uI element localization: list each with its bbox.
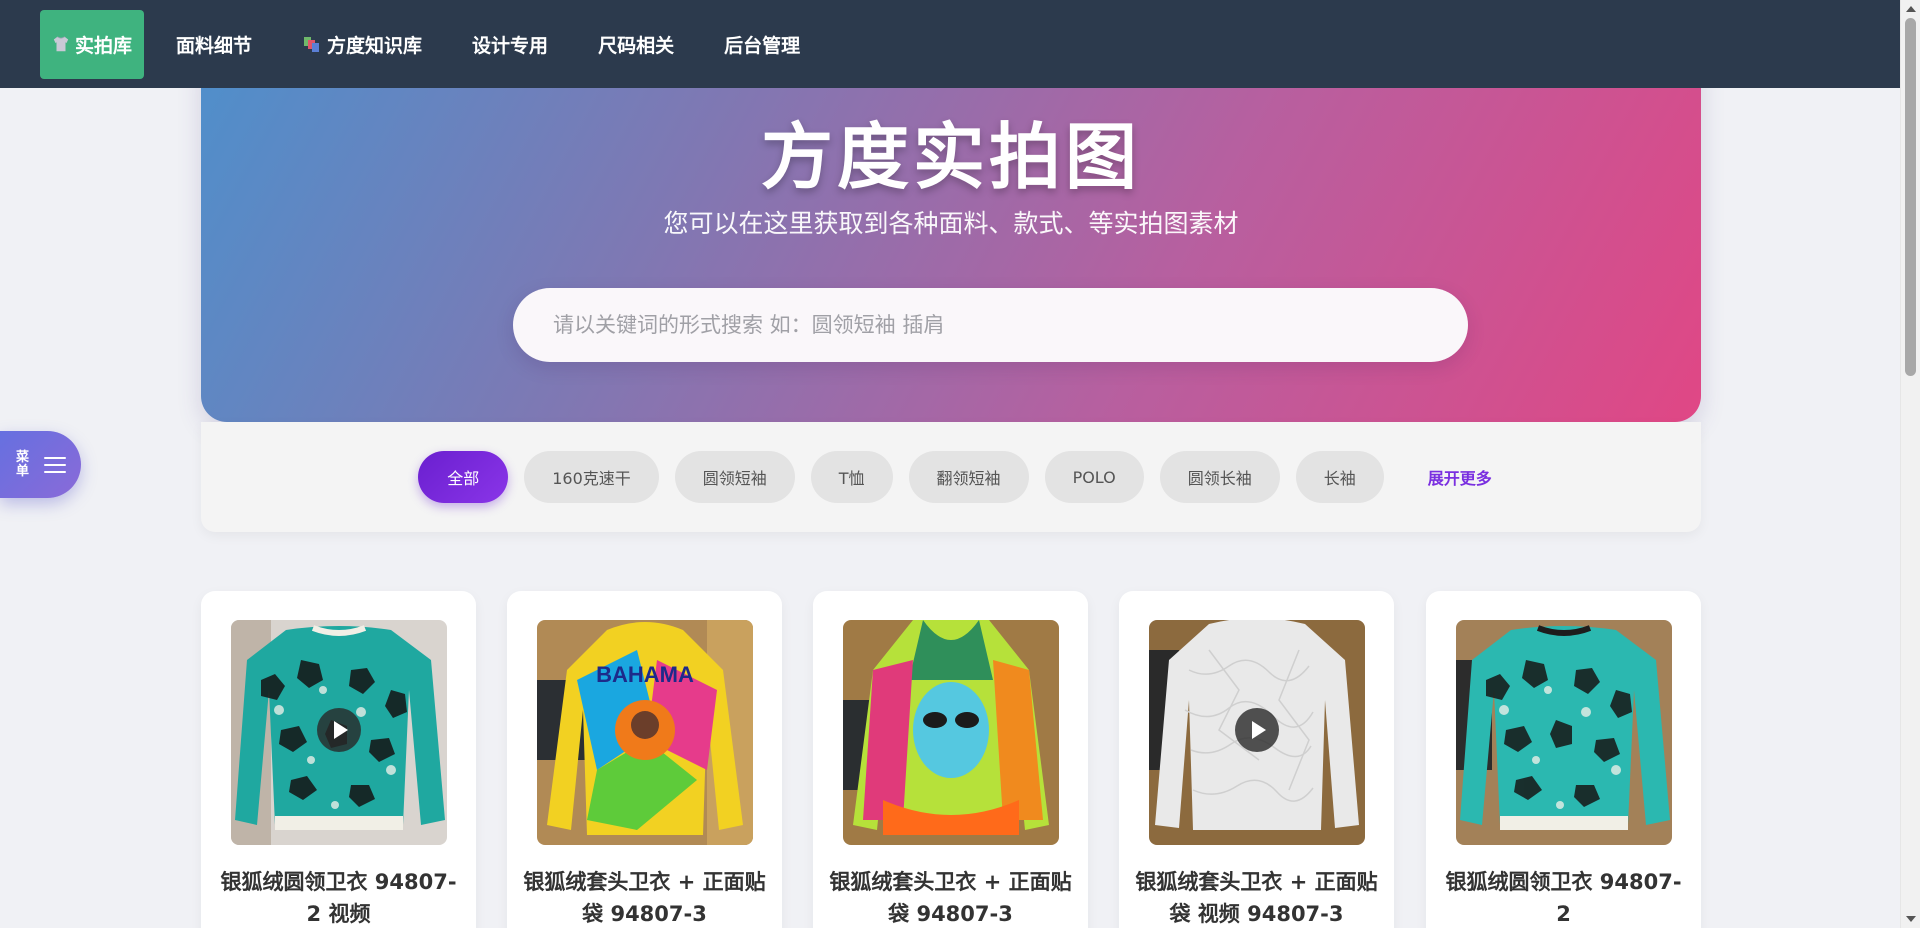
nav-item-label: 后台管理 [724,34,801,57]
product-title: 银狐绒套头卫衣 + 正面贴袋 94807-3 [523,870,766,926]
play-icon[interactable] [317,708,361,752]
play-icon[interactable] [1235,708,1279,752]
nav-item-admin[interactable]: 后台管理 [706,10,818,79]
svg-text:BAHAMA: BAHAMA [596,662,694,687]
expand-more-link[interactable]: 展开更多 [1428,465,1492,489]
nav-item-sizing[interactable]: 尺码相关 [580,10,692,79]
side-menu-button[interactable]: 菜单 [0,431,81,498]
shirt-icon [53,36,69,52]
nav-item-design[interactable]: 设计专用 [454,10,566,79]
product-image [231,620,447,845]
scroll-up-arrow-icon[interactable] [1906,6,1916,12]
product-card[interactable]: 银狐绒圆领卫衣 94807-2 视频 [201,591,476,928]
top-nav: 实拍库 面料细节 方度知识库 设计专用 尺码相关 后台管理 [0,0,1900,88]
search-input[interactable] [513,288,1468,362]
category-filter-bar: 全部 160克速干 圆领短袖 T恤 翻领短袖 POLO 圆领长袖 长袖 展开更多 [201,422,1701,532]
product-title: 银狐绒圆领卫衣 94807-2 视频 [220,870,457,926]
scroll-down-arrow-icon[interactable] [1906,916,1916,922]
product-card[interactable]: 银狐绒圆领卫衣 94807-2 [1426,591,1701,928]
hero-banner: 方度实拍图 您可以在这里获取到各种面料、款式、等实拍图素材 [201,60,1701,422]
product-card[interactable]: BAHAMA 银狐绒套头卫衣 + 正面贴袋 94807-3 [507,591,782,928]
filter-chip-long-sleeve[interactable]: 长袖 [1295,451,1384,503]
page-scrollbar[interactable] [1900,0,1920,928]
filter-chip-polo[interactable]: POLO [1044,451,1144,503]
nav-item-knowledge-base[interactable]: 方度知识库 [284,10,440,79]
product-image: BAHAMA [537,620,753,845]
sweatshirt-photo [1456,620,1672,845]
nav-item-fabric-details[interactable]: 面料细节 [158,10,270,79]
product-image [1149,620,1365,845]
nav-item-label: 方度知识库 [327,34,423,57]
product-title: 银狐绒套头卫衣 + 正面贴袋 94807-3 [829,870,1072,926]
product-card[interactable]: 银狐绒套头卫衣 + 正面贴袋 视频 94807-3 [1119,591,1394,928]
nav-item-label: 实拍库 [75,34,133,57]
filter-chip-collar-short-sleeve[interactable]: 翻领短袖 [908,451,1029,503]
books-icon [304,37,320,52]
filter-chip-all[interactable]: 全部 [418,451,509,503]
hoodie-photo [843,620,1059,845]
filter-chip-crew-short-sleeve[interactable]: 圆领短袖 [674,451,795,503]
nav-item-label: 尺码相关 [598,34,675,57]
hamburger-icon [44,456,66,473]
product-image [1456,620,1672,845]
hoodie-photo: BAHAMA [537,620,753,845]
page-title: 方度实拍图 [760,115,1141,199]
product-card[interactable]: 银狐绒套头卫衣 + 正面贴袋 94807-3 [813,591,1088,928]
page-subtitle: 您可以在这里获取到各种面料、款式、等实拍图素材 [663,209,1239,238]
filter-chip-tshirt[interactable]: T恤 [810,451,893,503]
product-title: 银狐绒圆领卫衣 94807-2 [1445,870,1682,926]
product-image [843,620,1059,845]
scroll-thumb[interactable] [1905,18,1916,376]
nav-item-label: 面料细节 [176,34,253,57]
product-title: 银狐绒套头卫衣 + 正面贴袋 视频 94807-3 [1135,870,1378,926]
filter-chip-160g-quick-dry[interactable]: 160克速干 [524,451,659,503]
filter-chip-crew-long-sleeve[interactable]: 圆领长袖 [1159,451,1280,503]
side-menu-label: 菜单 [16,449,30,479]
nav-item-label: 设计专用 [472,34,549,57]
nav-item-photo-library[interactable]: 实拍库 [40,9,145,79]
